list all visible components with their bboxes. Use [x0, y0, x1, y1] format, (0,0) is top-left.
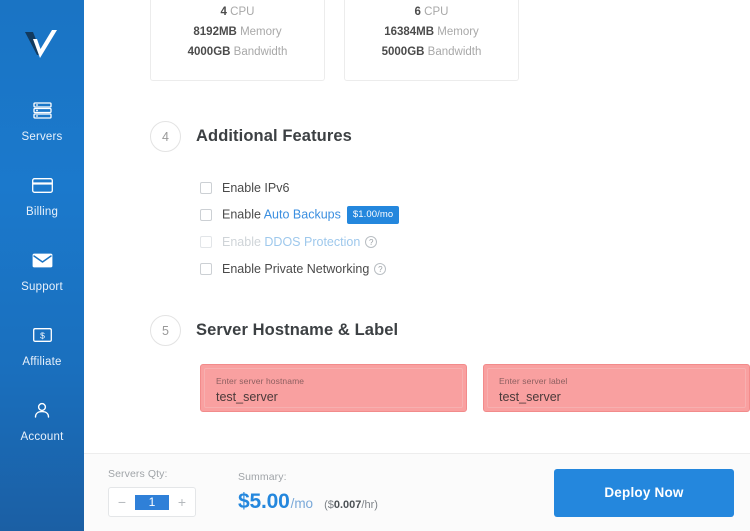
- plan-cpu-unit: CPU: [424, 6, 449, 18]
- checkbox-enable-private-networking[interactable]: [200, 262, 212, 275]
- server-label-field-wrapper[interactable]: Enter server label: [483, 364, 750, 412]
- server-label-field-inner: Enter server label: [487, 368, 746, 408]
- server-hostname-placeholder: Enter server hostname: [216, 376, 305, 386]
- sidebar-item-account[interactable]: Account: [0, 390, 84, 451]
- vultr-logo[interactable]: [0, 0, 84, 90]
- status-badge-price: $1.00/mo: [346, 205, 400, 224]
- feature-checkbox-list: Enable IPv6 Enable Auto Backups $1.00/mo …: [150, 174, 750, 282]
- section-header: 4 Additional Features: [150, 121, 750, 152]
- server-label-placeholder: Enter server label: [499, 376, 568, 386]
- servers-qty-block: Servers Qty: − 1 +: [108, 468, 220, 517]
- plan-bandwidth: 4000GB Bandwidth: [151, 42, 324, 62]
- feature-row-ipv6[interactable]: Enable IPv6: [200, 174, 750, 201]
- plan-cpu: 6 CPU: [345, 2, 518, 22]
- plan-card-list: 4 CPU 8192MB Memory 4000GB Bandwidth 6 C…: [84, 0, 750, 81]
- sidebar-item-label: Account: [20, 431, 64, 443]
- price-hourly-suffix: /hr): [361, 499, 378, 511]
- feature-label-text: Enable Private Networking: [222, 261, 370, 276]
- feature-label-text: Enable: [222, 206, 264, 221]
- servers-qty-label: Servers Qty:: [108, 468, 168, 480]
- feature-row-ddos-protection[interactable]: Enable DDOS Protection?: [200, 228, 750, 255]
- plan-memory-unit: Memory: [437, 26, 479, 38]
- plan-bandwidth-unit: Bandwidth: [233, 46, 288, 58]
- feature-label: Enable Private Networking?: [222, 261, 387, 276]
- plan-cpu: 4 CPU: [151, 2, 324, 22]
- checkbox-enable-ddos-protection[interactable]: [200, 235, 212, 248]
- sidebar-item-affiliate[interactable]: $ Affiliate: [0, 315, 84, 376]
- servers-icon: [32, 99, 52, 121]
- main-content: 4 CPU 8192MB Memory 4000GB Bandwidth 6 C…: [84, 0, 750, 531]
- svg-text:$: $: [40, 330, 45, 340]
- price-hourly: ($0.007/hr): [324, 499, 378, 511]
- deploy-button-wrapper: Deploy Now: [554, 468, 734, 517]
- plan-card[interactable]: 4 CPU 8192MB Memory 4000GB Bandwidth: [150, 0, 325, 81]
- help-icon[interactable]: ?: [374, 263, 387, 276]
- quantity-decrement-button[interactable]: −: [109, 488, 135, 516]
- page-title: Server Hostname & Label: [196, 321, 399, 339]
- plan-cpu-value: 6: [414, 6, 421, 18]
- summary-label: Summary:: [238, 471, 287, 483]
- deploy-form: 4 CPU 8192MB Memory 4000GB Bandwidth 6 C…: [84, 0, 750, 453]
- plan-bandwidth: 5000GB Bandwidth: [345, 42, 518, 62]
- plan-memory: 16384MB Memory: [345, 22, 518, 42]
- auto-backups-link[interactable]: Auto Backups: [264, 207, 341, 221]
- feature-row-private-networking[interactable]: Enable Private Networking?: [200, 255, 750, 282]
- checkbox-enable-auto-backups[interactable]: [200, 208, 212, 221]
- feature-label: Enable DDOS Protection?: [222, 234, 378, 249]
- feature-label: Enable IPv6: [222, 181, 289, 195]
- price-hourly-prefix: ($: [324, 499, 334, 511]
- hostname-field-group: Enter server hostname Enter server label: [150, 364, 750, 412]
- section-additional-features: 4 Additional Features Enable IPv6 Enable…: [84, 121, 750, 282]
- server-hostname-field-wrapper[interactable]: Enter server hostname: [200, 364, 467, 412]
- sidebar-item-label: Support: [21, 281, 63, 293]
- summary-block: Summary: $5.00 /mo ($0.007/hr): [238, 471, 378, 514]
- server-hostname-input[interactable]: [216, 388, 451, 406]
- step-number-badge: 4: [150, 121, 181, 152]
- plan-bandwidth-value: 5000GB: [381, 46, 425, 58]
- sidebar-item-label: Servers: [21, 131, 63, 143]
- step-number-badge: 5: [150, 315, 181, 346]
- price-row: $5.00 /mo ($0.007/hr): [238, 490, 378, 514]
- plan-memory-unit: Memory: [240, 26, 282, 38]
- plan-bandwidth-unit: Bandwidth: [427, 46, 482, 58]
- sidebar-item-servers[interactable]: Servers: [0, 90, 84, 151]
- sidebar-item-billing[interactable]: Billing: [0, 165, 84, 226]
- price-monthly-value: $5.00: [238, 490, 290, 513]
- section-header: 5 Server Hostname & Label: [150, 315, 750, 346]
- price-monthly-unit: /mo: [290, 496, 314, 511]
- feature-row-auto-backups[interactable]: Enable Auto Backups $1.00/mo: [200, 201, 750, 228]
- quantity-increment-button[interactable]: +: [169, 488, 195, 516]
- feature-label-text: Enable IPv6: [222, 180, 290, 195]
- quantity-stepper[interactable]: − 1 +: [108, 487, 196, 517]
- plan-memory-value: 16384MB: [384, 26, 435, 38]
- deploy-now-button[interactable]: Deploy Now: [554, 468, 734, 517]
- ddos-protection-link[interactable]: DDOS Protection: [264, 235, 360, 249]
- dollar-bill-icon: $: [32, 324, 52, 346]
- quantity-value[interactable]: 1: [135, 494, 169, 510]
- sidebar-item-label: Affiliate: [22, 356, 62, 368]
- price-hourly-value: 0.007: [333, 499, 362, 511]
- server-hostname-field-inner: Enter server hostname: [204, 368, 463, 408]
- plan-memory: 8192MB Memory: [151, 22, 324, 42]
- section-hostname-label: 5 Server Hostname & Label Enter server h…: [84, 315, 750, 412]
- deploy-footer-bar: Servers Qty: − 1 + Summary: $5.00 /mo ($…: [84, 453, 750, 531]
- help-icon[interactable]: ?: [365, 236, 378, 249]
- plan-cpu-unit: CPU: [230, 6, 255, 18]
- feature-label: Enable Auto Backups $1.00/mo: [222, 205, 400, 224]
- plan-cpu-value: 4: [220, 6, 227, 18]
- page-title: Additional Features: [196, 127, 352, 145]
- checkbox-enable-ipv6[interactable]: [200, 181, 212, 194]
- plan-memory-value: 8192MB: [193, 26, 237, 38]
- vultr-deploy-page: Servers Billing Support $ Affiliate Acco…: [0, 0, 750, 531]
- plan-card[interactable]: 6 CPU 16384MB Memory 5000GB Bandwidth: [344, 0, 519, 81]
- plan-bandwidth-value: 4000GB: [187, 46, 231, 58]
- sidebar-item-label: Billing: [25, 206, 59, 218]
- credit-card-icon: [31, 174, 53, 196]
- user-icon: [33, 399, 51, 421]
- envelope-icon: [32, 249, 53, 271]
- sidebar-item-support[interactable]: Support: [0, 240, 84, 301]
- main-sidebar: Servers Billing Support $ Affiliate Acco…: [0, 0, 84, 531]
- server-label-input[interactable]: [499, 388, 734, 406]
- feature-label-text: Enable: [222, 234, 265, 249]
